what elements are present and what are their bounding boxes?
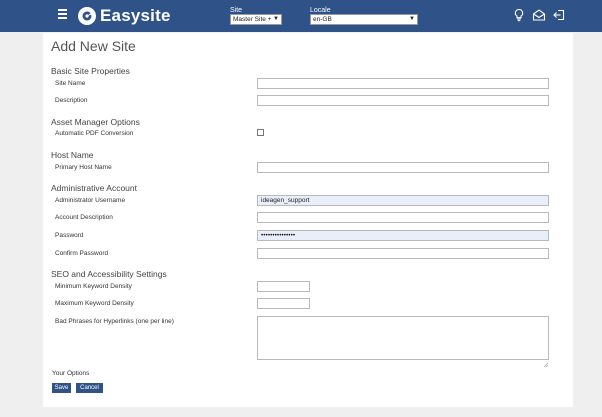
section-administrative-account: Administrative Account (51, 183, 137, 193)
site-selector-label: Site (230, 7, 243, 14)
locale-selector-value: en-GB (313, 16, 332, 23)
locale-selector-label: Locale (310, 7, 331, 14)
chevron-down-icon: ▼ (273, 16, 279, 22)
account-description-label: Account Description (55, 214, 113, 221)
pdf-conversion-label: Automatic PDF Conversion (55, 130, 134, 137)
save-button[interactable]: Save (52, 383, 71, 393)
min-keyword-density-label: Minimum Keyword Density (55, 283, 132, 290)
bad-phrases-textarea[interactable] (257, 316, 549, 360)
section-host-name: Host Name (51, 150, 94, 160)
section-asset-manager-options: Asset Manager Options (51, 117, 140, 127)
pdf-conversion-checkbox[interactable] (257, 129, 264, 136)
min-keyword-density-input[interactable] (257, 281, 310, 292)
site-selector[interactable]: Master Site + ▼ (230, 14, 282, 25)
resize-grip-icon[interactable] (543, 354, 549, 368)
site-name-input[interactable] (257, 78, 549, 89)
top-navigation-bar: Easysite Site Master Site + ▼ Locale en-… (0, 0, 602, 32)
your-options-label: Your Options (52, 370, 90, 377)
password-label: Password (55, 232, 84, 239)
description-input[interactable] (257, 95, 549, 106)
section-seo-accessibility: SEO and Accessibility Settings (51, 269, 167, 279)
account-description-input[interactable] (257, 212, 549, 223)
bad-phrases-label: Bad Phrases for Hyperlinks (one per line… (55, 318, 174, 325)
site-selector-value: Master Site + (233, 16, 272, 23)
menu-icon[interactable] (58, 9, 67, 19)
description-label: Description (55, 97, 88, 104)
site-name-label: Site Name (55, 80, 86, 87)
password-input[interactable] (257, 230, 549, 241)
chevron-down-icon: ▼ (409, 16, 415, 22)
lightbulb-icon[interactable] (512, 8, 526, 22)
confirm-password-label: Confirm Password (55, 250, 109, 257)
max-keyword-density-input[interactable] (257, 298, 310, 309)
admin-username-input[interactable] (257, 195, 549, 206)
brand-logo[interactable]: Easysite (78, 6, 171, 26)
admin-username-label: Administrator Username (55, 197, 126, 204)
max-keyword-density-label: Maximum Keyword Density (55, 300, 134, 307)
primary-host-input[interactable] (257, 162, 549, 173)
easysite-logo-icon (78, 7, 96, 25)
locale-selector[interactable]: en-GB ▼ (310, 14, 418, 25)
primary-host-label: Primary Host Name (55, 164, 112, 171)
cancel-button[interactable]: Cancel (76, 383, 103, 393)
brand-name: Easysite (100, 6, 171, 25)
confirm-password-input[interactable] (257, 248, 549, 259)
mail-icon[interactable] (532, 8, 546, 22)
section-basic-site-properties: Basic Site Properties (51, 66, 130, 76)
page-title: Add New Site (51, 38, 136, 54)
logout-icon[interactable] (552, 8, 566, 22)
